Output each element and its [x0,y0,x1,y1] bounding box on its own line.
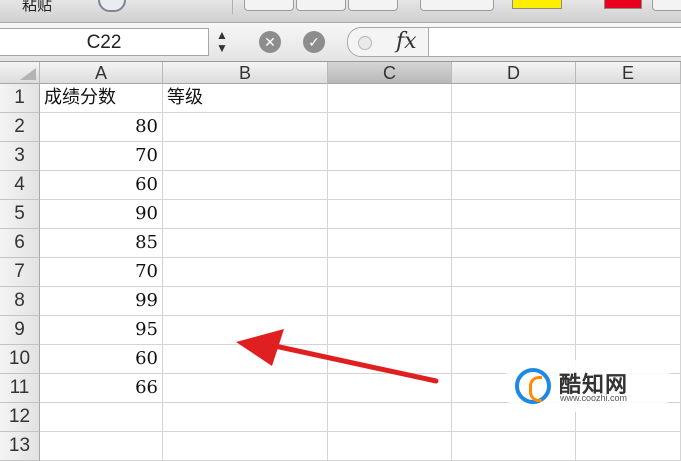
arrow-shaft [272,343,439,384]
site-watermark: 酷知网 www.coozhi.com [503,360,673,412]
coozhi-logo-icon [515,368,551,404]
arrow-head [236,329,284,366]
watermark-url: www.coozhi.com [560,393,628,403]
